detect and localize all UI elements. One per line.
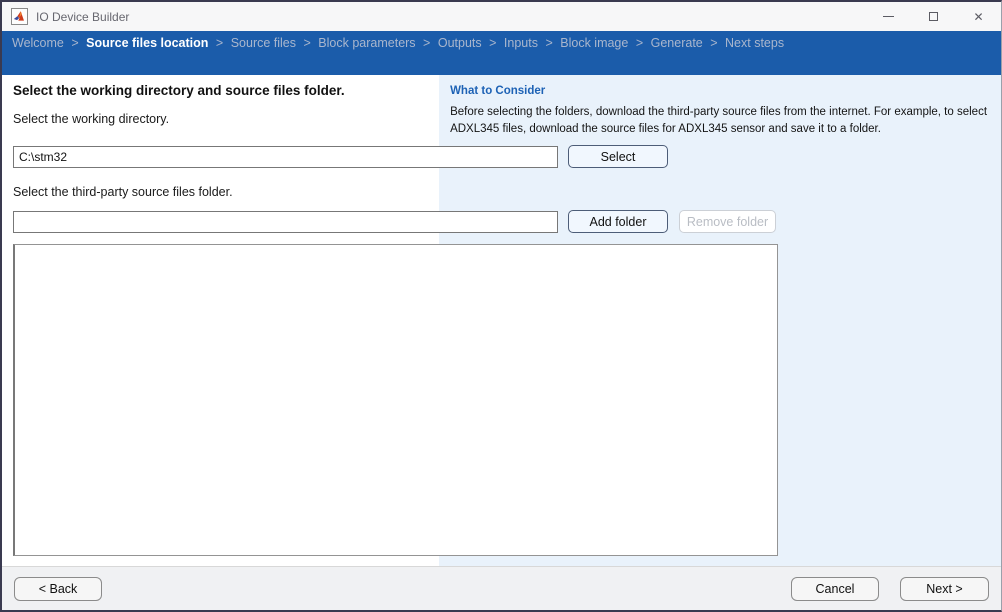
breadcrumb-item-inputs[interactable]: Inputs	[504, 36, 538, 50]
page-title: Select the working directory and source …	[13, 83, 345, 98]
breadcrumb-item-welcome[interactable]: Welcome	[12, 36, 64, 50]
breadcrumb-item-source-files-location[interactable]: Source files location	[86, 36, 208, 50]
sidebar-heading: What to Consider	[450, 85, 546, 97]
breadcrumb-item-next-steps[interactable]: Next steps	[725, 36, 784, 50]
working-directory-input[interactable]	[13, 146, 558, 168]
cancel-button[interactable]: Cancel	[791, 576, 879, 601]
breadcrumb-item-outputs[interactable]: Outputs	[438, 36, 482, 50]
maximize-icon	[929, 12, 938, 21]
matlab-logo-icon	[11, 8, 28, 25]
breadcrumb-item-block-image[interactable]: Block image	[560, 36, 628, 50]
breadcrumb-separator: >	[71, 36, 79, 50]
maximize-button[interactable]	[911, 2, 956, 31]
io-device-builder-window: IO Device Builder ✕ Welcome > Source fil…	[0, 0, 1002, 612]
wizard-breadcrumb: Welcome > Source files location > Source…	[2, 31, 1001, 75]
back-button[interactable]: < Back	[14, 576, 102, 601]
breadcrumb-item-block-parameters[interactable]: Block parameters	[318, 36, 415, 50]
close-icon: ✕	[973, 9, 984, 24]
matlab-logo-glyph	[13, 11, 24, 21]
source-folders-listbox[interactable]	[13, 244, 778, 556]
content-panel: Select the working directory and source …	[2, 75, 778, 566]
breadcrumb-item-generate[interactable]: Generate	[651, 36, 703, 50]
footer-bar: < Back Cancel Next >	[2, 566, 1001, 610]
select-directory-button[interactable]: Select	[568, 145, 668, 168]
minimize-button[interactable]	[866, 2, 911, 31]
remove-folder-button: Remove folder	[679, 210, 776, 233]
breadcrumb-separator: >	[545, 36, 553, 50]
breadcrumb-item-source-files[interactable]: Source files	[231, 36, 296, 50]
sidebar-help-text: Before selecting the folders, download t…	[450, 106, 988, 136]
breadcrumb-separator: >	[710, 36, 718, 50]
breadcrumb-separator: >	[423, 36, 431, 50]
window-title: IO Device Builder	[36, 9, 130, 24]
source-folder-input[interactable]	[13, 211, 558, 233]
minimize-icon	[883, 16, 894, 17]
next-button[interactable]: Next >	[900, 576, 989, 601]
window-controls: ✕	[866, 2, 1001, 31]
breadcrumb-separator: >	[635, 36, 644, 50]
main-area: Select the working directory and source …	[2, 75, 1001, 566]
add-folder-button[interactable]: Add folder	[568, 210, 668, 233]
source-folder-label: Select the third-party source files fold…	[13, 185, 233, 199]
working-directory-label: Select the working directory.	[13, 112, 170, 126]
footer-right-buttons: Cancel Next >	[791, 576, 989, 601]
close-button[interactable]: ✕	[956, 2, 1001, 31]
title-bar: IO Device Builder ✕	[2, 2, 1001, 31]
breadcrumb-separator: >	[303, 36, 311, 50]
breadcrumb-separator: >	[489, 36, 497, 50]
breadcrumb-separator: >	[215, 36, 224, 50]
